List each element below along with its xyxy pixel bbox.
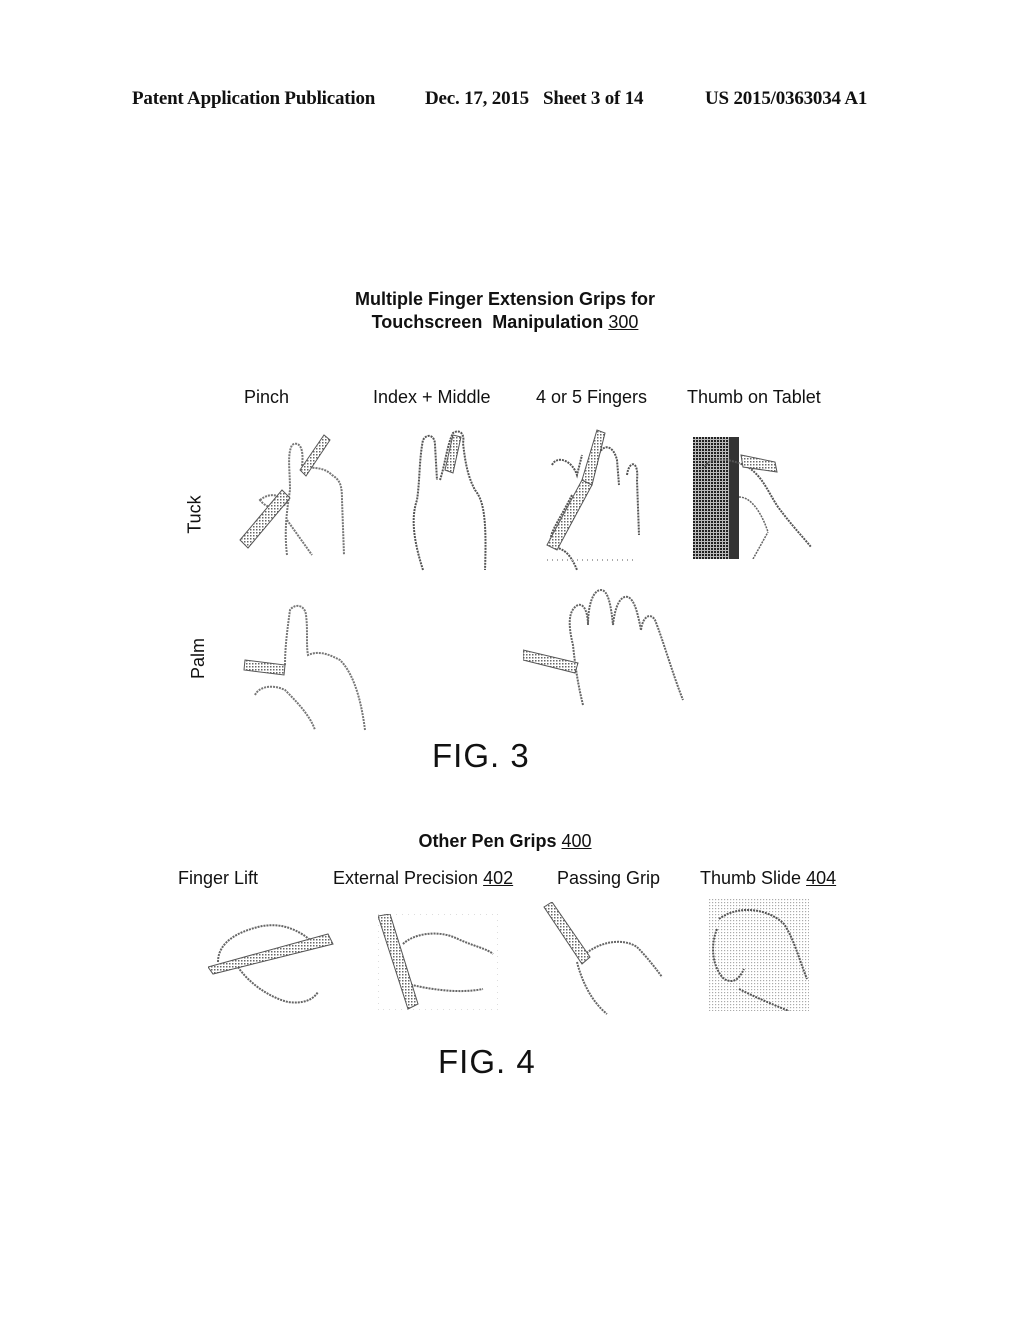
row-label-tuck: Tuck (184, 495, 205, 534)
hand-thumb-on-tablet-drawing (693, 437, 818, 559)
column-header-index-middle: Index + Middle (373, 387, 491, 407)
publication-type: Patent Application Publication (132, 88, 376, 109)
external-precision-grip-drawing (378, 914, 498, 1010)
row-label-palm: Palm (188, 637, 209, 680)
passing-grip-drawing (542, 902, 667, 1017)
sheet-number: Sheet 3 of 14 (543, 88, 644, 109)
thumb-slide-grip-drawing (709, 899, 809, 1011)
fig4-ref-number: 400 (561, 831, 592, 851)
hand-pinch-tuck-drawing (232, 430, 362, 560)
patent-number: US 2015/0363034 A1 (705, 88, 868, 109)
grip-ref-number: 402 (483, 868, 514, 888)
hand-four-fingers-tuck-drawing (537, 425, 647, 575)
grip-label-text: External Precision (333, 868, 479, 888)
fig4-caption: FIG. 4 (438, 1043, 536, 1080)
grip-label-text: Passing Grip (557, 868, 661, 888)
grip-label-thumb-slide: Thumb Slide 404 (700, 868, 836, 889)
hand-four-fingers-palm-drawing (523, 585, 693, 715)
fig3-caption: FIG. 3 (432, 737, 530, 774)
grip-label-external-precision: External Precision 402 (333, 868, 513, 889)
fig3-title-text: Touchscreen Manipulation (371, 312, 604, 332)
grip-label-text: Thumb Slide (700, 868, 802, 888)
grip-ref-number: 404 (806, 868, 837, 888)
publication-date: Dec. 17, 2015 (425, 88, 529, 109)
fig4-title: Other Pen Grips 400 (0, 830, 1010, 853)
grip-label-passing-grip: Passing Grip (557, 868, 660, 889)
grip-label-finger-lift: Finger Lift (178, 868, 258, 889)
hand-index-middle-tuck-drawing (405, 425, 495, 575)
grip-label-text: Finger Lift (178, 868, 259, 888)
fig3-ref-number: 300 (608, 312, 639, 332)
fig3-title-line2: Touchscreen Manipulation 300 (0, 311, 1010, 334)
column-header-four-five-fingers: 4 or 5 Fingers (536, 387, 648, 407)
column-header-thumb-on-tablet: Thumb on Tablet (687, 387, 821, 407)
column-header-pinch: Pinch (244, 387, 290, 407)
finger-lift-grip-drawing (208, 912, 336, 1007)
fig3-title: Multiple Finger Extension Grips for Touc… (0, 288, 1010, 334)
fig3-title-line1: Multiple Finger Extension Grips for (354, 289, 656, 309)
fig4-title-text: Other Pen Grips (418, 831, 557, 851)
hand-pinch-palm-drawing (240, 600, 380, 735)
